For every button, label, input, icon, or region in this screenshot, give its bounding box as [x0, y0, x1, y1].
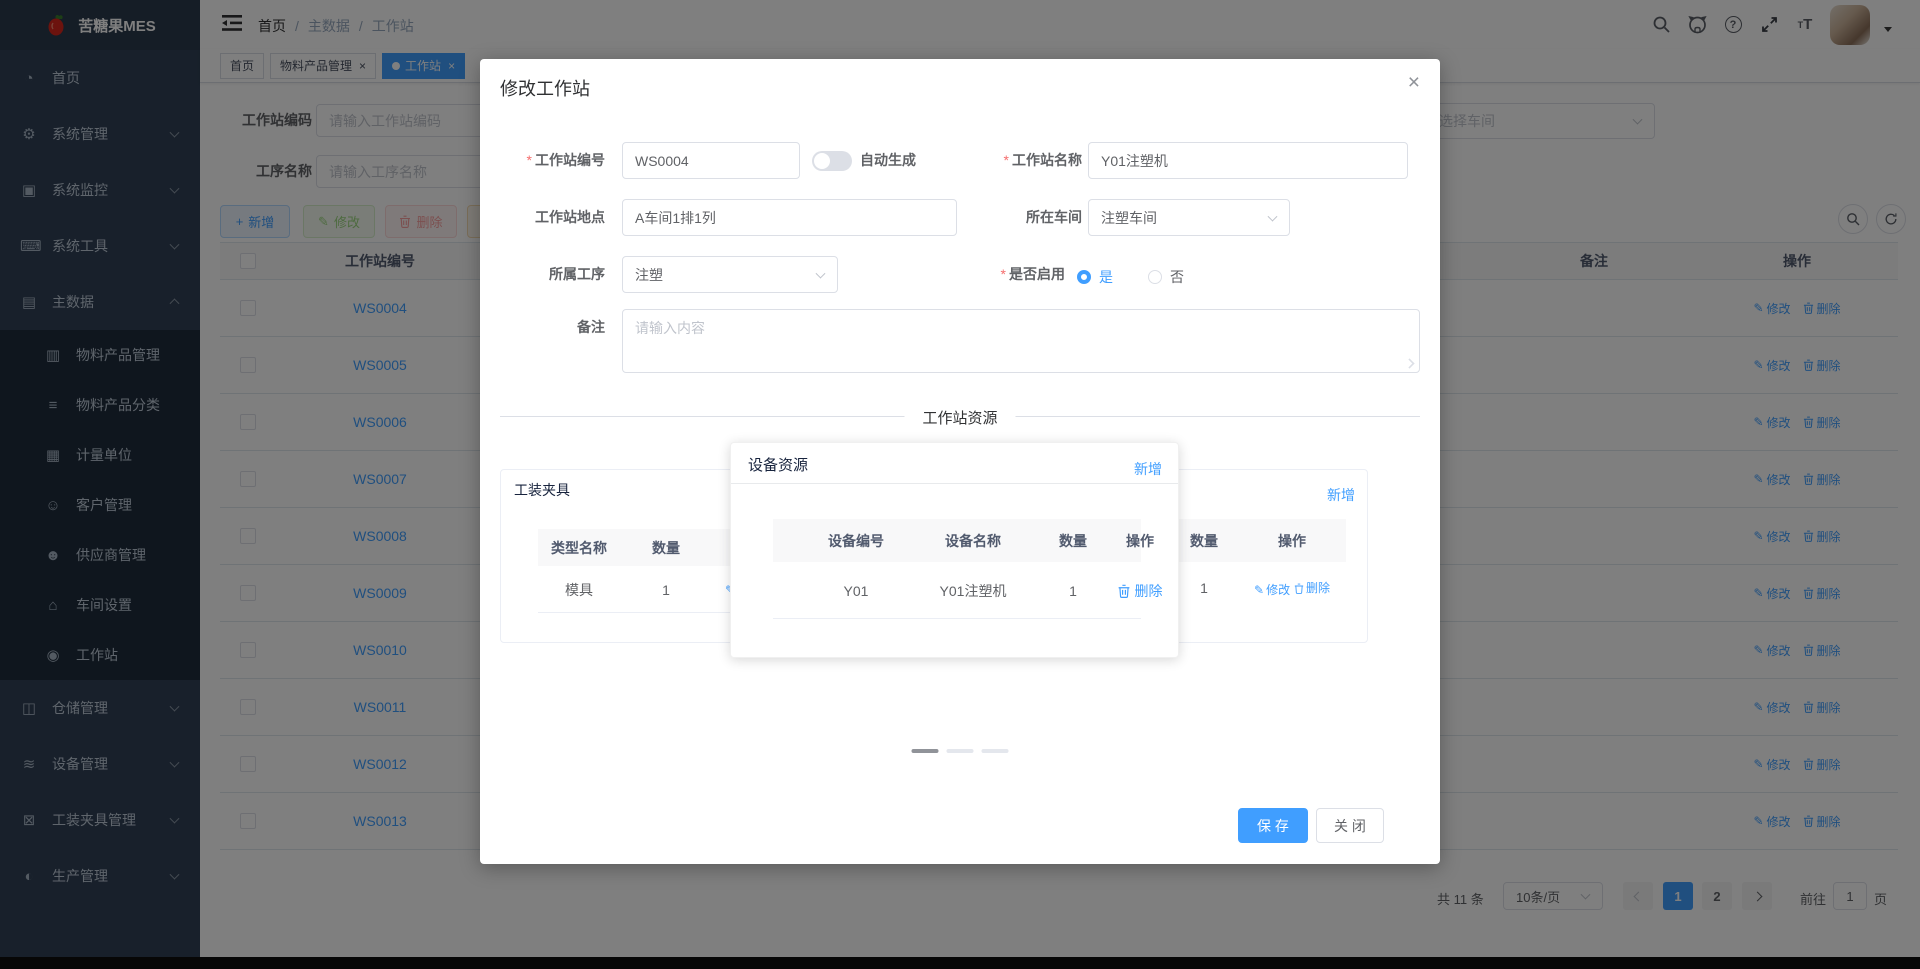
carousel-dot-3[interactable]: [981, 749, 1009, 753]
right-qty-cell: 1: [1200, 580, 1208, 596]
name-input[interactable]: [1088, 142, 1408, 179]
location-label: 工作站地点: [535, 209, 605, 225]
carousel-indicators: [911, 749, 1009, 753]
fixture-type-cell: 模具: [565, 582, 593, 598]
equipment-delete-link[interactable]: 删除: [1118, 582, 1163, 600]
workshop-select[interactable]: 注塑车间: [1088, 199, 1290, 236]
enabled-yes-radio[interactable]: 是: [1077, 267, 1113, 287]
fixture-qty-cell: 1: [662, 582, 670, 598]
resources-divider-label: 工作站资源: [904, 407, 1016, 428]
equipment-table-row: Y01 Y01注塑机 1 删除: [773, 562, 1163, 619]
right-edit-link[interactable]: ✎ 修改: [1254, 581, 1290, 599]
right-card-add-link[interactable]: 新增: [1327, 485, 1355, 505]
edit-workstation-dialog: 修改工作站 × *工作站编号 自动生成 *工作站名称 工作站地点 所在车间 注塑…: [480, 59, 1440, 864]
remark-label: 备注: [577, 319, 605, 335]
app-screen: 苦糖果MES ◔首页 ⚙系统管理 ▣系统监控 ⌨系统工具 ▤主数据 ▥物料产品管…: [0, 0, 1920, 969]
equipment-resource-card: 设备资源 新增 设备编号 设备名称 数量 操作 Y01 Y01注塑机 1 删除: [730, 442, 1179, 658]
chevron-down-icon: [815, 268, 826, 279]
code-label: * 工作站编号: [526, 152, 605, 168]
enabled-no-radio[interactable]: 否: [1148, 267, 1184, 287]
fixture-card-title: 工装夹具: [514, 482, 570, 498]
process-label: 所属工序: [549, 266, 605, 282]
location-input[interactable]: [622, 199, 957, 236]
trash-icon: [1118, 584, 1130, 598]
equipment-table-header: 设备编号 设备名称 数量 操作: [773, 519, 1154, 562]
save-button[interactable]: 保 存: [1238, 808, 1308, 843]
equipment-name-cell: Y01注塑机: [939, 583, 1007, 599]
pencil-icon: ✎: [1254, 582, 1265, 597]
equipment-qty-cell: 1: [1069, 583, 1077, 599]
equipment-col-qty: 数量: [1059, 532, 1087, 549]
chevron-down-icon: [1267, 211, 1278, 222]
carousel-dot-2[interactable]: [946, 749, 974, 753]
right-col-qty: 数量: [1190, 532, 1218, 549]
close-button[interactable]: 关 闭: [1316, 808, 1384, 843]
enabled-label: * 是否启用: [1000, 266, 1065, 282]
dialog-title: 修改工作站: [500, 79, 590, 99]
auto-generate-toggle[interactable]: [812, 151, 852, 171]
right-col-action: 操作: [1278, 532, 1306, 549]
equipment-code-cell: Y01: [843, 583, 869, 599]
remark-textarea[interactable]: [622, 309, 1420, 373]
close-icon[interactable]: ×: [1408, 71, 1420, 95]
carousel-dot-1[interactable]: [911, 749, 939, 753]
fixture-col-type: 类型名称: [551, 539, 607, 556]
auto-generate-label: 自动生成: [860, 152, 916, 168]
workshop-label: 所在车间: [1026, 209, 1082, 225]
equipment-col-code: 设备编号: [828, 532, 884, 549]
name-label: * 工作站名称: [1003, 152, 1082, 168]
code-input[interactable]: [622, 142, 800, 179]
card-header-divider: [731, 483, 1178, 484]
right-delete-link[interactable]: 删除: [1294, 579, 1330, 597]
equipment-card-title: 设备资源: [748, 457, 809, 474]
equipment-col-name: 设备名称: [945, 532, 1001, 549]
trash-icon: [1294, 583, 1304, 594]
process-select[interactable]: 注塑: [622, 256, 838, 293]
equipment-col-action: 操作: [1126, 532, 1154, 549]
equipment-add-link[interactable]: 新增: [1134, 459, 1162, 479]
fixture-col-qty: 数量: [652, 539, 680, 556]
